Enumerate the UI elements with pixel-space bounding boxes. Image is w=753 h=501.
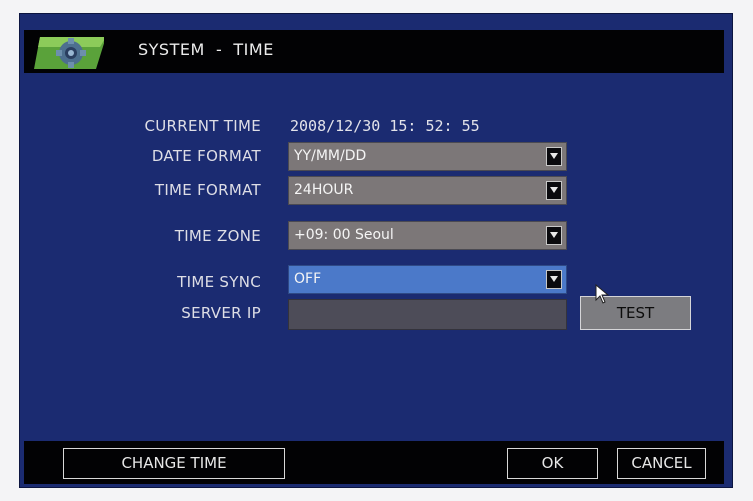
time-zone-label: TIME ZONE — [174, 227, 261, 245]
time-format-select[interactable]: 24HOUR — [288, 176, 567, 205]
time-zone-select[interactable]: +09: 00 Seoul — [288, 221, 567, 250]
server-ip-input[interactable] — [288, 299, 567, 330]
chevron-down-icon[interactable] — [546, 147, 562, 166]
chevron-down-icon[interactable] — [546, 226, 562, 245]
chevron-down-icon[interactable] — [546, 270, 562, 289]
title-bar: SYSTEM - TIME — [24, 30, 724, 73]
dvr-screen — [19, 13, 733, 488]
server-ip-label: SERVER IP — [181, 304, 261, 322]
time-zone-value: +09: 00 Seoul — [294, 227, 394, 243]
cancel-button[interactable]: CANCEL — [617, 448, 706, 479]
current-time-label: CURRENT TIME — [144, 117, 261, 135]
chevron-down-icon[interactable] — [546, 181, 562, 200]
time-format-label: TIME FORMAT — [154, 181, 261, 199]
date-format-label: DATE FORMAT — [151, 147, 261, 165]
time-sync-label: TIME SYNC — [177, 273, 261, 291]
change-time-button[interactable]: CHANGE TIME — [63, 448, 285, 479]
time-sync-value: OFF — [294, 271, 322, 287]
date-format-select[interactable]: YY/MM/DD — [288, 142, 567, 171]
page-title: SYSTEM - TIME — [138, 40, 274, 59]
mouse-cursor-icon — [595, 284, 610, 304]
time-format-value: 24HOUR — [294, 182, 354, 198]
gear-icon — [34, 37, 104, 69]
ok-button[interactable]: OK — [507, 448, 598, 479]
time-sync-select[interactable]: OFF — [288, 265, 567, 294]
date-format-value: YY/MM/DD — [294, 148, 367, 164]
current-time-value: 2008/12/30 15: 52: 55 — [290, 117, 480, 135]
